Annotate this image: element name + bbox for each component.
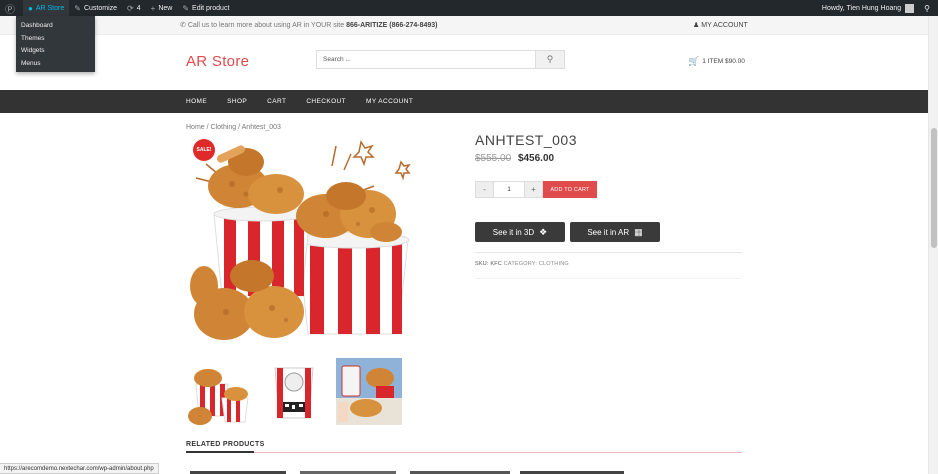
customize-label: Customize — [83, 4, 118, 12]
cart-summary: 1 ITEM $90.00 — [702, 58, 745, 65]
cube-3d-icon: ❖ — [539, 226, 548, 237]
admin-bar: Ⓟ ● AR Store ✎ Customize ⟳ 4 + New ✎ Edi… — [0, 0, 938, 16]
search-button[interactable]: ⚲ — [535, 51, 564, 68]
quantity-stepper: - 1 + — [475, 181, 543, 198]
dropdown-item-widgets[interactable]: Widgets — [16, 44, 95, 57]
product-meta: SKU: KFC CATEGORY: CLOTHING — [475, 261, 569, 267]
dropdown-item-themes[interactable]: Themes — [16, 32, 95, 45]
updates-button[interactable]: ⟳ 4 — [122, 0, 146, 16]
header-cart[interactable]: 🛒 1 ITEM $90.00 — [688, 56, 745, 67]
search-icon: ⚲ — [924, 3, 930, 13]
thumbnail-chicken-bucket[interactable] — [186, 358, 252, 425]
qty-increase-button[interactable]: + — [524, 181, 543, 198]
thumb-promo-art — [336, 358, 402, 425]
cart-icon: 🛒 — [688, 56, 700, 66]
my-account-menu[interactable]: Howdy, Tien Hung Hoang — [817, 0, 919, 16]
search-input[interactable] — [317, 51, 535, 68]
related-divider — [186, 452, 742, 453]
my-account-label: MY ACCOUNT — [701, 22, 748, 29]
plus-icon: + — [150, 3, 156, 13]
howdy-text: Howdy, Tien Hung Hoang — [821, 4, 902, 12]
thumbnail-kfc-bucket-qr[interactable] — [261, 358, 327, 425]
wordpress-icon: Ⓟ — [5, 4, 15, 16]
refresh-icon: ⟳ — [127, 3, 134, 13]
edit-label: Edit product — [192, 4, 230, 12]
search-icon: ⚲ — [546, 54, 554, 64]
see-in-3d-button[interactable]: See it in 3D ❖ — [475, 222, 565, 242]
scrollbar-thumb[interactable] — [931, 128, 937, 248]
fried-chicken-illustration — [186, 136, 452, 356]
page-scrollbar[interactable] — [928, 16, 938, 474]
meta-divider — [475, 278, 742, 279]
customize-button[interactable]: ✎ Customize — [69, 0, 122, 16]
dropdown-item-menus[interactable]: Menus — [16, 57, 95, 70]
site-name-menu[interactable]: ● AR Store — [23, 0, 70, 16]
edit-product-button[interactable]: ✎ Edit product — [177, 0, 234, 16]
pencil-icon: ✎ — [182, 3, 190, 13]
product-price: $555.00 $456.00 — [475, 153, 554, 164]
sale-price: $456.00 — [517, 153, 555, 164]
my-account-link[interactable]: ♟ MY ACCOUNT — [693, 21, 748, 29]
see-ar-label: See it in AR — [587, 227, 630, 237]
dropdown-item-dashboard[interactable]: Dashboard — [16, 19, 95, 32]
see-3d-label: See it in 3D — [492, 227, 535, 237]
user-icon: ♟ — [693, 22, 700, 29]
avatar — [905, 3, 915, 13]
call-text: Call us to learn more about using AR in … — [187, 22, 345, 29]
product-title: ANHTEST_003 — [475, 132, 577, 148]
phone-number: 866-ARITIZE (866-274-8493) — [346, 22, 438, 29]
nav-home[interactable]: HOME — [186, 98, 207, 105]
nav-my-account[interactable]: MY ACCOUNT — [366, 98, 413, 105]
call-info: ✆ Call us to learn more about using AR i… — [180, 21, 438, 29]
qty-decrease-button[interactable]: - — [475, 181, 494, 198]
product-main-image[interactable] — [186, 136, 452, 356]
new-content-button[interactable]: + New — [146, 0, 178, 16]
main-nav: HOME SHOP CART CHECKOUT MY ACCOUNT — [0, 90, 928, 113]
related-title-underline — [186, 451, 254, 453]
wp-logo-button[interactable]: Ⓟ — [0, 0, 23, 16]
add-to-cart-button[interactable]: ADD TO CART — [543, 181, 597, 198]
phone-icon: ✆ — [180, 22, 186, 29]
qty-input[interactable]: 1 — [494, 181, 524, 198]
status-bar-url: https://arecomdemo.nextechar.com/wp-admi… — [0, 463, 159, 474]
category-label: CATEGORY: — [503, 261, 538, 267]
sku: SKU: KFC — [475, 261, 502, 267]
see-in-ar-button[interactable]: See it in AR ▦ — [570, 222, 660, 242]
qr-code-icon: ▦ — [634, 226, 643, 237]
product-thumbnails — [186, 358, 402, 425]
site-dropdown-menu: Dashboard Themes Widgets Menus — [16, 16, 95, 72]
brush-icon: ✎ — [74, 3, 81, 13]
thumb-chicken-art — [186, 358, 252, 425]
admin-search-button[interactable]: ⚲ — [919, 0, 938, 16]
site-logo[interactable]: AR Store — [186, 53, 249, 70]
sale-badge: SALE! — [193, 139, 215, 161]
nav-checkout[interactable]: CHECKOUT — [306, 98, 346, 105]
search-form: ⚲ — [316, 50, 565, 69]
breadcrumb[interactable]: Home / Clothing / Anhtest_003 — [186, 124, 281, 131]
new-label: New — [158, 4, 173, 12]
top-info-bar: ✆ Call us to learn more about using AR i… — [0, 16, 938, 35]
thumbnail-delivery-promo[interactable] — [336, 358, 402, 425]
updates-count: 4 — [136, 4, 141, 12]
home-icon: ● — [28, 3, 33, 13]
summary-divider — [475, 252, 742, 253]
nav-cart[interactable]: CART — [267, 98, 286, 105]
regular-price: $555.00 — [475, 153, 512, 164]
site-name-label: AR Store — [35, 4, 65, 12]
related-products-title: RELATED PRODUCTS — [186, 441, 265, 448]
nav-shop[interactable]: SHOP — [227, 98, 247, 105]
thumb-qr-bucket-art — [261, 358, 327, 425]
category-link[interactable]: CLOTHING — [539, 261, 569, 267]
